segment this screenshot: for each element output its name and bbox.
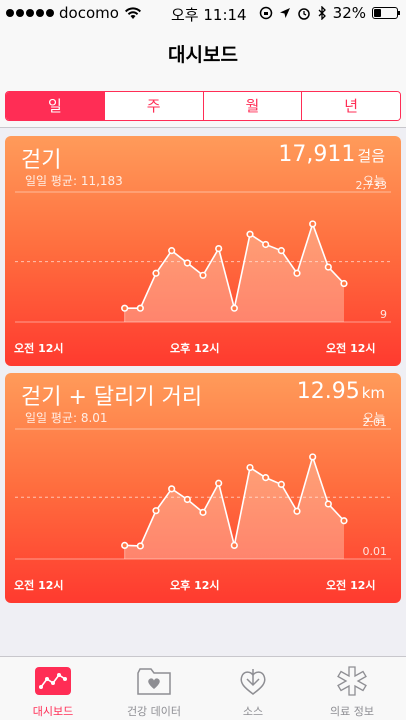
steps-chart: 2,7339 — [15, 179, 391, 323]
data-point — [136, 542, 144, 550]
value-number: 17,911 — [278, 142, 356, 167]
data-point — [309, 453, 317, 461]
y-min-label: 0.01 — [363, 545, 388, 558]
data-point — [324, 500, 332, 508]
card-title: 걷기 + 달리기 거리 — [21, 385, 203, 410]
card-value: 12.95 km — [297, 379, 385, 404]
data-point — [230, 541, 238, 549]
value-number: 12.95 — [296, 379, 360, 404]
daily-average: 일일 평균: 11,183 — [25, 174, 123, 188]
health-data-icon — [137, 668, 171, 695]
data-point — [121, 541, 129, 549]
data-point — [230, 304, 238, 312]
data-point — [293, 507, 301, 515]
y-min-label: 9 — [380, 308, 387, 321]
data-point — [152, 507, 160, 515]
data-point — [183, 259, 191, 267]
status-right: 32% — [259, 4, 400, 22]
x-axis-label: 오전 12시 — [14, 579, 64, 592]
value-unit: km — [361, 384, 385, 402]
medical-id-icon — [337, 666, 367, 696]
x-axis-label: 오전 12시 — [326, 579, 376, 592]
data-point — [136, 304, 144, 312]
sources-icon — [240, 669, 266, 695]
tab-medical-id[interactable]: 의료 정보 — [302, 657, 402, 720]
data-point — [246, 230, 254, 238]
value-unit: 걸음 — [357, 147, 385, 165]
data-point — [262, 474, 270, 482]
data-point — [199, 508, 207, 516]
segment-month[interactable]: 월 — [202, 92, 302, 120]
carrier-label: docomo — [59, 4, 119, 22]
status-time: 오후 11:14 — [171, 6, 247, 24]
segment-year[interactable]: 년 — [301, 92, 400, 120]
data-point — [324, 263, 332, 271]
data-point — [277, 247, 285, 255]
battery-percent: 32% — [332, 4, 366, 22]
daily-average: 일일 평균: 8.01 — [25, 411, 108, 425]
data-point — [340, 279, 348, 288]
tab-bar: 대시보드 건강 데이터 소스 의료 정보 — [0, 656, 406, 720]
status-left: docomo — [6, 4, 142, 22]
x-axis-label: 오후 12시 — [170, 579, 220, 592]
data-point — [183, 495, 191, 504]
x-axis-label: 오전 12시 — [326, 342, 376, 355]
segment-wrap: 일 주 월 년 — [0, 82, 406, 128]
wifi-icon — [124, 6, 141, 19]
steps-card[interactable]: 2,733 9 걷기 17,911 걸음 일일 평균: 11,183 오늘 오전 1… — [5, 136, 401, 366]
tab-label: 의료 정보 — [330, 705, 374, 718]
today-label: 오늘 — [362, 411, 385, 425]
data-point — [277, 480, 285, 488]
tab-sources[interactable]: 소스 — [203, 657, 303, 720]
bluetooth-icon — [318, 6, 326, 20]
period-segmented-control: 일 주 월 년 — [5, 91, 401, 121]
tab-health-data[interactable]: 건강 데이터 — [104, 657, 204, 720]
tab-label: 대시보드 — [32, 705, 74, 718]
page-title: 대시보드 — [168, 44, 238, 66]
tab-label: 건강 데이터 — [126, 705, 182, 718]
rotation-lock-icon — [259, 6, 272, 20]
segment-week[interactable]: 주 — [103, 92, 203, 120]
status-bar: docomo 오후 11:14 32% — [0, 0, 406, 26]
distance-card[interactable]: 2.01 0.01 걷기 + 달리기 거리 12.95 km 일일 평균: 8.01… — [5, 373, 401, 603]
x-axis-label: 오전 12시 — [14, 342, 64, 355]
data-point — [121, 304, 129, 312]
card-title: 걷기 — [21, 148, 62, 173]
segment-day[interactable]: 일 — [6, 92, 104, 120]
dashboard-icon — [35, 667, 71, 695]
data-point — [215, 479, 223, 487]
alarm-icon — [297, 8, 310, 20]
data-point — [168, 247, 176, 255]
data-point — [293, 269, 301, 277]
tab-label: 소스 — [242, 705, 264, 718]
data-point — [246, 463, 254, 472]
data-point — [309, 220, 317, 228]
battery-icon — [372, 7, 400, 19]
card-value: 17,911 걸음 — [278, 142, 385, 167]
data-point — [215, 244, 223, 253]
tab-dashboard[interactable]: 대시보드 — [3, 657, 103, 720]
data-point — [340, 517, 348, 525]
battery-level — [374, 9, 382, 17]
x-axis-label: 오후 12시 — [170, 342, 220, 355]
data-point — [168, 485, 176, 493]
data-point — [199, 271, 207, 279]
data-point — [152, 269, 160, 277]
nav-bar: 대시보드 — [0, 26, 406, 82]
today-label: 오늘 — [362, 174, 385, 188]
data-point — [262, 240, 270, 249]
signal-strength-icon — [6, 9, 54, 17]
location-icon — [279, 8, 290, 18]
